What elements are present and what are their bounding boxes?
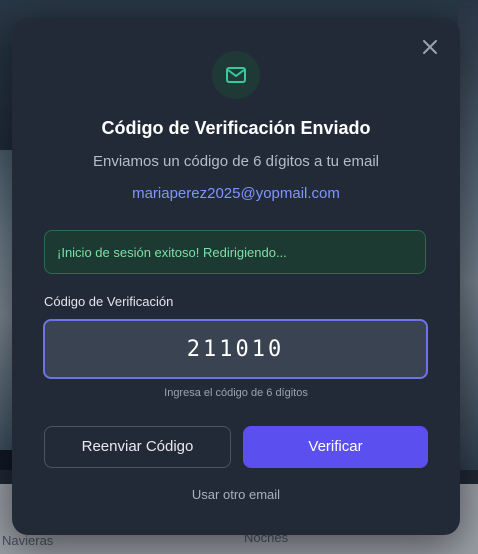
use-other-email-link[interactable]: Usar otro email <box>12 487 460 502</box>
close-icon[interactable] <box>420 38 440 58</box>
code-field-label: Código de Verificación <box>44 294 174 309</box>
resend-code-button[interactable]: Reenviar Código <box>44 426 231 468</box>
email-address: mariaperez2025@yopmail.com <box>132 185 340 202</box>
verification-code-input[interactable] <box>43 319 428 379</box>
modal-title: Código de Verificación Enviado <box>101 118 371 138</box>
verify-button[interactable]: Verificar <box>243 426 428 468</box>
code-hint: Ingresa el código de 6 dígitos <box>164 387 308 399</box>
mail-icon <box>226 67 246 83</box>
success-alert: ¡Inicio de sesión exitoso! Redirigiendo.… <box>44 230 426 274</box>
verification-modal: Código de Verificación Enviado Enviamos … <box>12 18 460 535</box>
modal-subtitle: Enviamos un código de 6 dígitos a tu ema… <box>92 153 379 170</box>
mail-icon-container <box>212 51 260 99</box>
